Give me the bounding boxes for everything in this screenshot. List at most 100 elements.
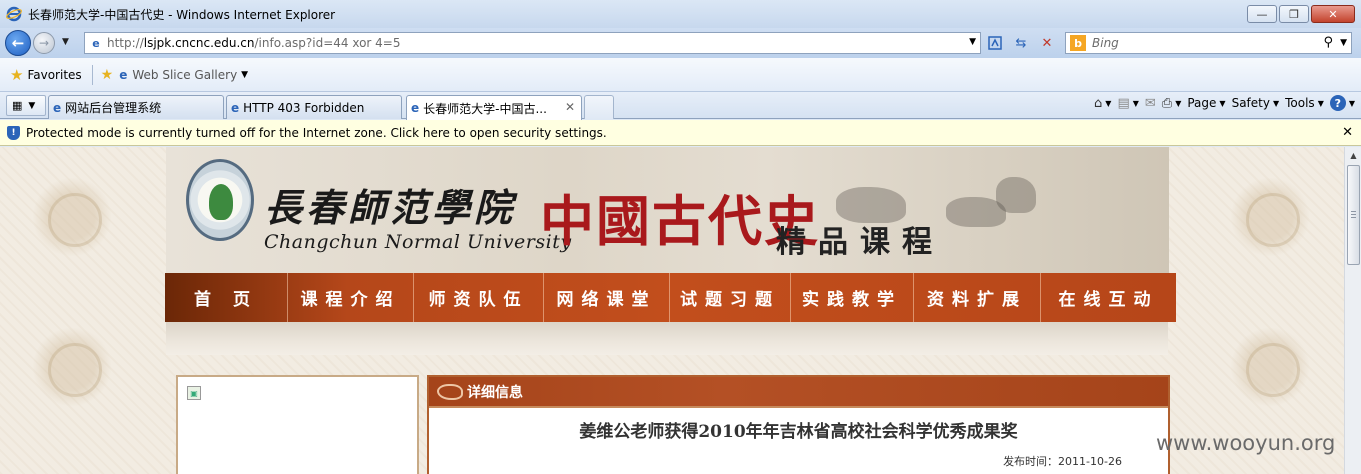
menu-item-course-intro[interactable]: 课程介绍 — [288, 273, 414, 322]
scroll-up-icon[interactable]: ▲ — [1347, 149, 1360, 162]
help-icon[interactable]: ? — [1329, 95, 1346, 111]
article-title: 姜维公老师获得2010年年吉林省高校社会科学优秀成果奖 — [579, 422, 1018, 442]
menu-item-practice[interactable]: 实践教学 — [791, 273, 914, 322]
tab-label: HTTP 403 Forbidden — [243, 100, 365, 115]
menu-item-home[interactable]: 首 页 — [165, 273, 288, 322]
menu-item-resources[interactable]: 资料扩展 — [914, 273, 1041, 322]
add-to-favorites-bar-icon[interactable]: ★ — [101, 67, 114, 83]
school-logo — [186, 159, 254, 241]
window-title-bar: 长春师范大学-中国古代史 - Windows Internet Explorer… — [0, 0, 1361, 28]
feeds-dropdown-icon[interactable]: ▼ — [1133, 99, 1139, 108]
minimize-button[interactable]: — — [1247, 5, 1277, 23]
page-icon: e — [92, 36, 100, 50]
tools-menu-dropdown-icon[interactable]: ▼ — [1318, 99, 1324, 108]
safety-menu[interactable]: Safety — [1232, 96, 1270, 110]
watermark: www.wooyun.org — [1156, 431, 1336, 455]
scrollbar-grip — [1351, 211, 1356, 219]
new-tab-button[interactable] — [584, 95, 614, 119]
school-name-cn: 長春師范學院 — [264, 185, 517, 230]
window-title: 长春师范大学-中国古代史 - Windows Internet Explorer — [28, 7, 336, 22]
sidebar-box: ▣ — [176, 375, 419, 474]
compatibility-view-icon[interactable] — [984, 32, 1006, 54]
tab-admin-system[interactable]: e 网站后台管理系统 — [48, 95, 224, 119]
feeds-icon[interactable]: ▤ — [1117, 96, 1129, 111]
tab-label: 长春师范大学-中国古... — [423, 101, 547, 116]
recent-pages-dropdown-icon[interactable]: ▼ — [62, 37, 69, 47]
tab-ie-icon: e — [231, 100, 240, 115]
detail-panel: 详细信息 姜维公老师获得2010年年吉林省高校社会科学优秀成果奖 发布时间：20… — [427, 375, 1170, 474]
tab-http-403[interactable]: e HTTP 403 Forbidden — [226, 95, 402, 119]
close-button[interactable]: ✕ — [1311, 5, 1355, 23]
background-medallion — [1230, 177, 1310, 257]
quick-tabs-grid-icon: ▦ — [12, 99, 23, 112]
information-bar-message[interactable]: Protected mode is currently turned off f… — [26, 126, 607, 140]
tab-current-page[interactable]: e 长春师范大学-中国古... ✕ — [406, 95, 582, 120]
web-slice-dropdown-icon[interactable]: ▼ — [241, 70, 248, 80]
menu-item-online-class[interactable]: 网络课堂 — [544, 273, 670, 322]
favorites-star-icon[interactable]: ★ — [10, 66, 23, 84]
cloud-ornament-icon — [437, 383, 463, 400]
address-bar[interactable]: e http://lsjpk.cncnc.edu.cn/info.asp?id=… — [84, 32, 981, 54]
address-dropdown-icon[interactable]: ▼ — [969, 37, 976, 47]
close-infobar-icon[interactable]: ✕ — [1342, 125, 1353, 140]
tools-menu[interactable]: Tools — [1285, 96, 1315, 110]
search-box[interactable]: b Bing ⚲ ▼ — [1065, 32, 1352, 54]
course-subtitle: 精品课程 — [776, 225, 944, 260]
command-bar: ⌂ ▼ ▤ ▼ ✉ ⎙ ▼ Page ▼ Safety ▼ Tools ▼ ? ▼ — [1094, 95, 1355, 111]
address-tools: ⇆ ✕ — [984, 32, 1058, 54]
home-dropdown-icon[interactable]: ▼ — [1105, 99, 1111, 108]
back-button[interactable]: ← — [5, 30, 31, 56]
page-menu[interactable]: Page — [1187, 96, 1216, 110]
tab-ie-icon: e — [53, 100, 62, 115]
article-date: 发布时间：2011-10-26 — [1003, 455, 1122, 468]
help-dropdown-icon[interactable]: ▼ — [1349, 99, 1355, 108]
tab-ie-icon: e — [411, 101, 420, 115]
tab-label: 网站后台管理系统 — [65, 101, 162, 115]
detail-divider — [429, 406, 1168, 408]
print-dropdown-icon[interactable]: ▼ — [1175, 99, 1181, 108]
background-medallion — [32, 177, 112, 257]
broken-image-icon: ▣ — [187, 386, 201, 400]
forward-arrow-icon: → — [38, 36, 50, 50]
tab-bar: ▦ ▼ e 网站后台管理系统 e HTTP 403 Forbidden e 长春… — [0, 92, 1361, 120]
search-dropdown-icon[interactable]: ▼ — [1340, 38, 1347, 48]
menu-item-exercises[interactable]: 试题习题 — [670, 273, 791, 322]
banner-horse-illustration — [836, 187, 906, 223]
ie-logo-icon — [6, 6, 22, 22]
scrollbar-thumb[interactable] — [1347, 165, 1360, 265]
forward-button[interactable]: → — [33, 32, 55, 54]
detail-header-label: 详细信息 — [467, 384, 523, 401]
home-icon[interactable]: ⌂ — [1094, 96, 1102, 111]
favorites-bar: ★ Favorites ★ e Web Slice Gallery ▼ — [0, 58, 1361, 92]
vertical-scrollbar[interactable]: ▲ — [1344, 147, 1361, 474]
page-viewport: 長春師范學院 Changchun Normal University 中國古代史… — [0, 147, 1344, 474]
web-slice-gallery-link[interactable]: Web Slice Gallery — [132, 68, 237, 82]
restore-button[interactable]: ❐ — [1279, 5, 1309, 23]
refresh-icon[interactable]: ⇆ — [1010, 32, 1032, 54]
menu-item-interaction[interactable]: 在线互动 — [1041, 273, 1176, 322]
tab-close-icon[interactable]: ✕ — [565, 100, 575, 114]
menu-item-faculty[interactable]: 师资队伍 — [414, 273, 544, 322]
tab-list-dropdown-icon[interactable]: ▼ — [28, 101, 35, 111]
address-url[interactable]: http://lsjpk.cncnc.edu.cn/info.asp?id=44… — [107, 36, 401, 50]
detail-header: 详细信息 — [429, 377, 1168, 406]
read-mail-icon[interactable]: ✉ — [1145, 96, 1156, 111]
page-menu-dropdown-icon[interactable]: ▼ — [1219, 99, 1225, 108]
safety-menu-dropdown-icon[interactable]: ▼ — [1273, 99, 1279, 108]
search-placeholder: Bing — [1092, 36, 1119, 50]
search-icon[interactable]: ⚲ — [1323, 35, 1333, 50]
school-name-en: Changchun Normal University — [264, 231, 572, 253]
bing-logo-icon: b — [1070, 35, 1086, 51]
favorites-button[interactable]: Favorites — [27, 68, 81, 82]
quick-tabs-button[interactable]: ▦ ▼ — [6, 95, 46, 116]
web-slice-icon: e — [119, 67, 128, 82]
background-medallion — [1230, 327, 1310, 407]
navigation-bar: ← → ▼ e http://lsjpk.cncnc.edu.cn/info.a… — [0, 28, 1361, 58]
shield-icon: ! — [7, 125, 20, 140]
information-bar[interactable]: ! Protected mode is currently turned off… — [0, 120, 1361, 146]
stop-icon[interactable]: ✕ — [1036, 32, 1058, 54]
logo-leaf — [209, 184, 233, 220]
print-icon[interactable]: ⎙ — [1162, 96, 1172, 111]
site-banner: 長春師范學院 Changchun Normal University 中國古代史… — [166, 147, 1169, 273]
site-main-menu: 首 页 课程介绍 师资队伍 网络课堂 试题习题 实践教学 资料扩展 在线互动 — [165, 273, 1176, 322]
